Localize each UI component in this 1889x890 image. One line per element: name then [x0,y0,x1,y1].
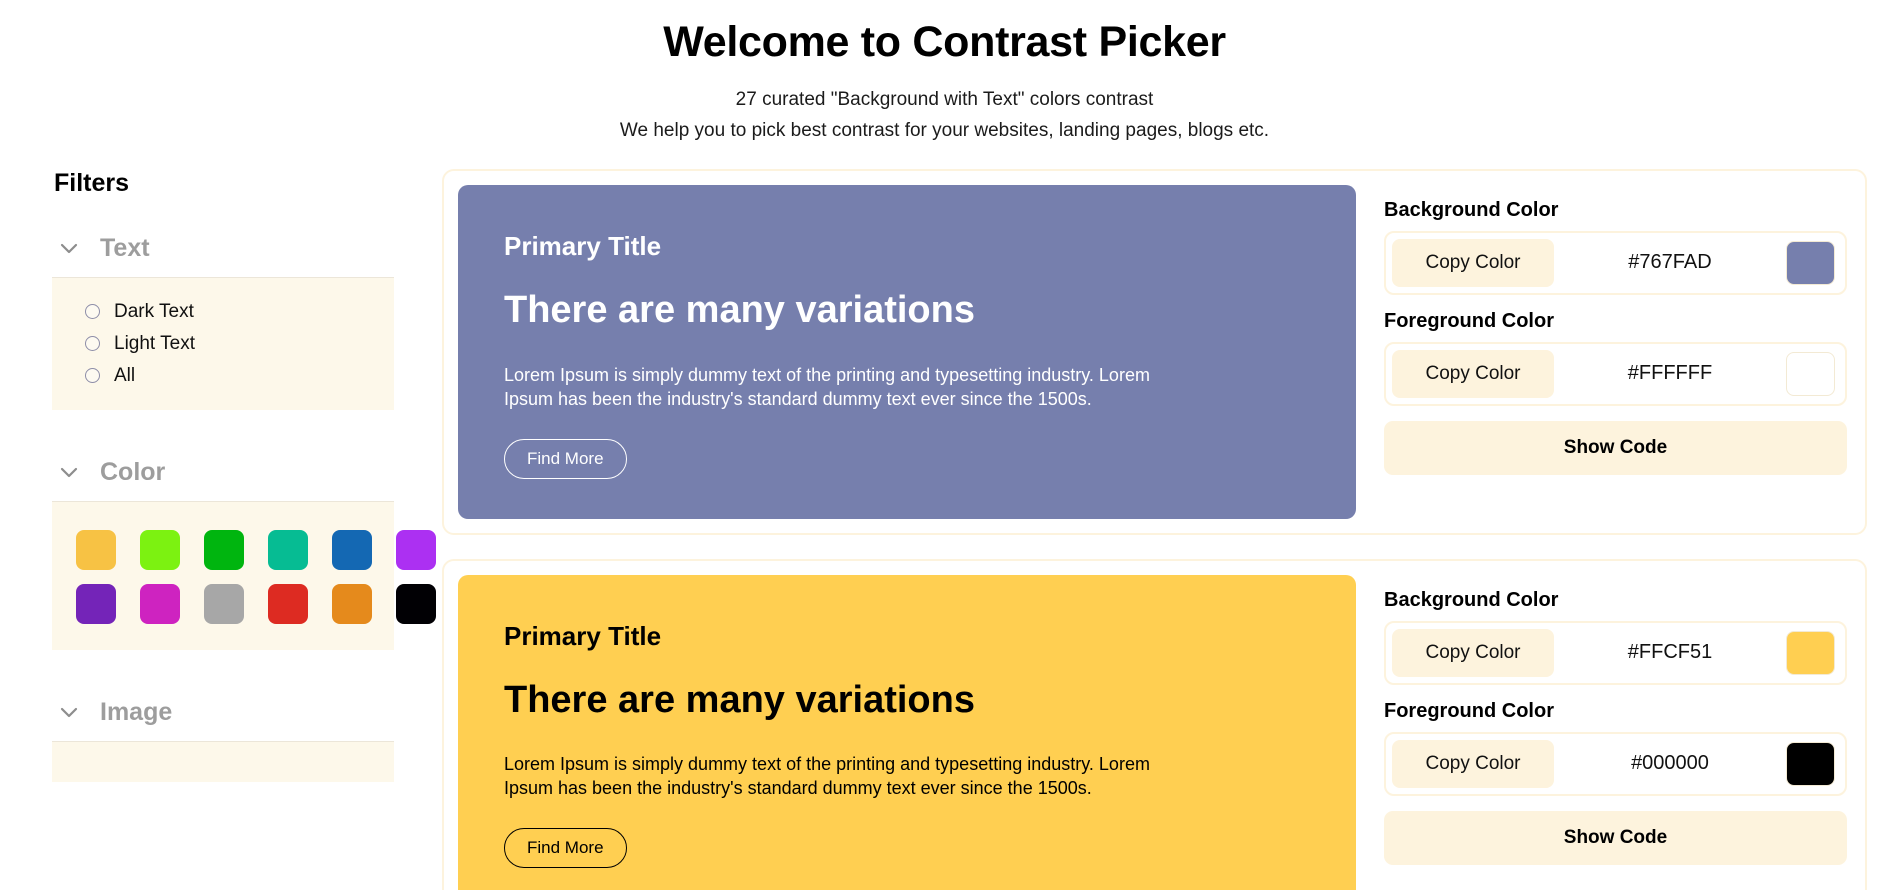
radio-label: Dark Text [114,300,194,322]
background-hex-value: #FFCF51 [1627,641,1713,663]
color-swatch[interactable] [268,583,308,624]
card-color-info: Background Color Copy Color #767FAD Fore… [1356,185,1851,519]
foreground-color-label: Foreground Color [1384,309,1554,332]
color-swatch[interactable] [268,529,308,570]
copy-foreground-color-button[interactable]: Copy Color [1392,739,1554,788]
foreground-color-chip[interactable] [1786,351,1835,396]
filter-body-text: Dark Text Light Text All [52,277,394,410]
contrast-cards-list: Primary Title There are many variations … [422,168,1889,890]
preview-headline: There are many variations [504,678,975,721]
card-preview: Primary Title There are many variations … [458,184,1356,519]
filter-section-header-image[interactable]: Image [52,688,394,742]
preview-eyebrow: Primary Title [504,230,662,261]
preview-headline: There are many variations [504,289,975,332]
filter-section-title-color: Color [100,457,166,486]
filter-section-image: Image [52,688,394,782]
find-more-button[interactable]: Find More [504,438,627,479]
filter-section-color: Color [52,448,436,650]
color-swatch[interactable] [140,583,180,624]
find-more-button[interactable]: Find More [504,828,627,869]
page-header: Welcome to Contrast Picker 27 curated "B… [0,0,1889,145]
foreground-color-label: Foreground Color [1384,699,1554,722]
foreground-hex-value: #000000 [1631,752,1709,774]
copy-background-color-button[interactable]: Copy Color [1392,628,1554,677]
contrast-card: Primary Title There are many variations … [442,558,1867,890]
background-color-chip[interactable] [1786,630,1835,675]
copy-foreground-color-button[interactable]: Copy Color [1392,349,1554,398]
contrast-card: Primary Title There are many variations … [442,168,1867,535]
radio-icon[interactable] [85,336,100,352]
card-preview: Primary Title There are many variations … [458,574,1356,890]
radio-option-dark-text[interactable]: Dark Text [52,296,394,328]
foreground-hex-value: #FFFFFF [1627,362,1713,385]
filter-section-title-text: Text [100,233,150,262]
chevron-down-icon [56,699,82,725]
card-color-info: Background Color Copy Color #FFCF51 Fore… [1356,575,1851,890]
color-swatch[interactable] [76,583,116,624]
filter-section-text: Text Dark Text Light Text All [52,224,394,410]
preview-eyebrow: Primary Title [504,620,662,651]
radio-icon[interactable] [85,304,100,320]
preview-paragraph: Lorem Ipsum is simply dummy text of the … [504,364,1150,409]
radio-option-light-text[interactable]: Light Text [52,328,394,360]
page-subtitle: 27 curated "Background with Text" colors… [735,88,1154,110]
foreground-color-row: Copy Color #FFFFFF [1384,341,1847,406]
background-color-row: Copy Color #FFCF51 [1384,620,1847,685]
radio-label: All [114,364,136,386]
filter-section-header-text[interactable]: Text [52,224,394,278]
chevron-down-icon [56,235,82,261]
color-swatch[interactable] [332,583,372,624]
filters-sidebar: Filters Text Dark Text Light Text All Co… [22,168,436,782]
filters-heading: Filters [54,168,130,197]
background-color-row: Copy Color #767FAD [1384,230,1847,295]
filter-body-color [52,501,436,650]
filter-section-header-color[interactable]: Color [52,448,394,502]
foreground-color-row: Copy Color #000000 [1384,731,1847,796]
color-swatch[interactable] [140,529,180,570]
filter-body-image [52,741,394,782]
color-swatch-grid [52,520,436,632]
page-subtitle-secondary: We help you to pick best contrast for yo… [619,120,1270,142]
background-color-label: Background Color [1384,588,1559,611]
filter-section-title-image: Image [100,697,173,726]
show-code-button[interactable]: Show Code [1384,810,1847,865]
radio-label: Light Text [114,332,195,354]
chevron-down-icon [56,459,82,485]
preview-paragraph: Lorem Ipsum is simply dummy text of the … [504,754,1150,799]
color-swatch[interactable] [76,529,116,570]
show-code-button[interactable]: Show Code [1384,420,1847,475]
color-swatch[interactable] [204,583,244,624]
background-hex-value: #767FAD [1628,251,1712,274]
page-title: Welcome to Contrast Picker [663,18,1226,66]
main-layout: Filters Text Dark Text Light Text All Co… [0,145,1889,890]
background-color-label: Background Color [1384,198,1559,221]
radio-option-all[interactable]: All [52,360,394,392]
color-swatch[interactable] [332,529,372,570]
color-swatch[interactable] [204,529,244,570]
background-color-chip[interactable] [1786,240,1835,285]
radio-icon[interactable] [85,368,100,384]
copy-background-color-button[interactable]: Copy Color [1392,238,1554,287]
foreground-color-chip[interactable] [1786,741,1835,786]
